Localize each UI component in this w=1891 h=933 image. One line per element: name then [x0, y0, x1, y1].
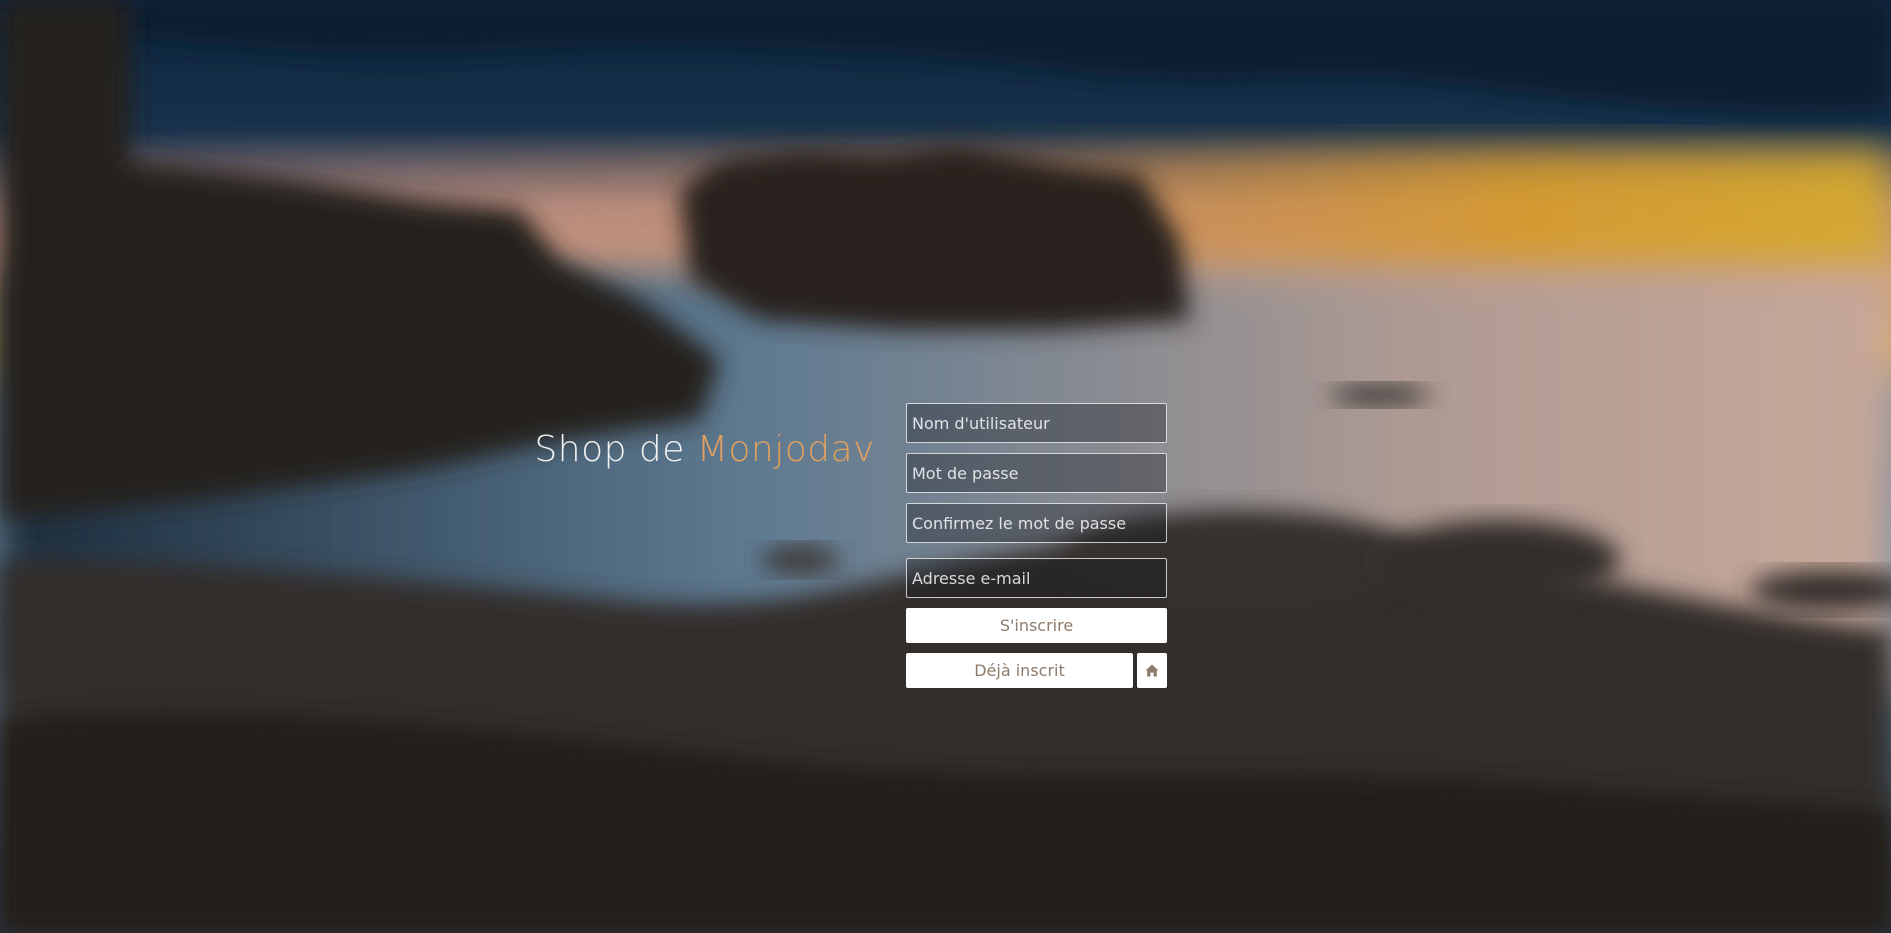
page-title-accent: Monjodav [696, 429, 875, 470]
home-button[interactable] [1137, 653, 1167, 688]
username-input[interactable] [906, 403, 1167, 443]
page-title: Shop de Monjodav [520, 424, 875, 476]
already-registered-button[interactable]: Déjà inscrit [906, 653, 1133, 688]
signup-form: S'inscrire Déjà inscrit [906, 403, 1167, 688]
secondary-actions: Déjà inscrit [906, 653, 1167, 688]
confirm-password-input[interactable] [906, 503, 1167, 543]
password-input[interactable] [906, 453, 1167, 493]
home-icon [1145, 664, 1159, 677]
email-input[interactable] [906, 558, 1167, 598]
signup-button[interactable]: S'inscrire [906, 608, 1167, 643]
page-title-prefix: Shop de [534, 429, 697, 470]
